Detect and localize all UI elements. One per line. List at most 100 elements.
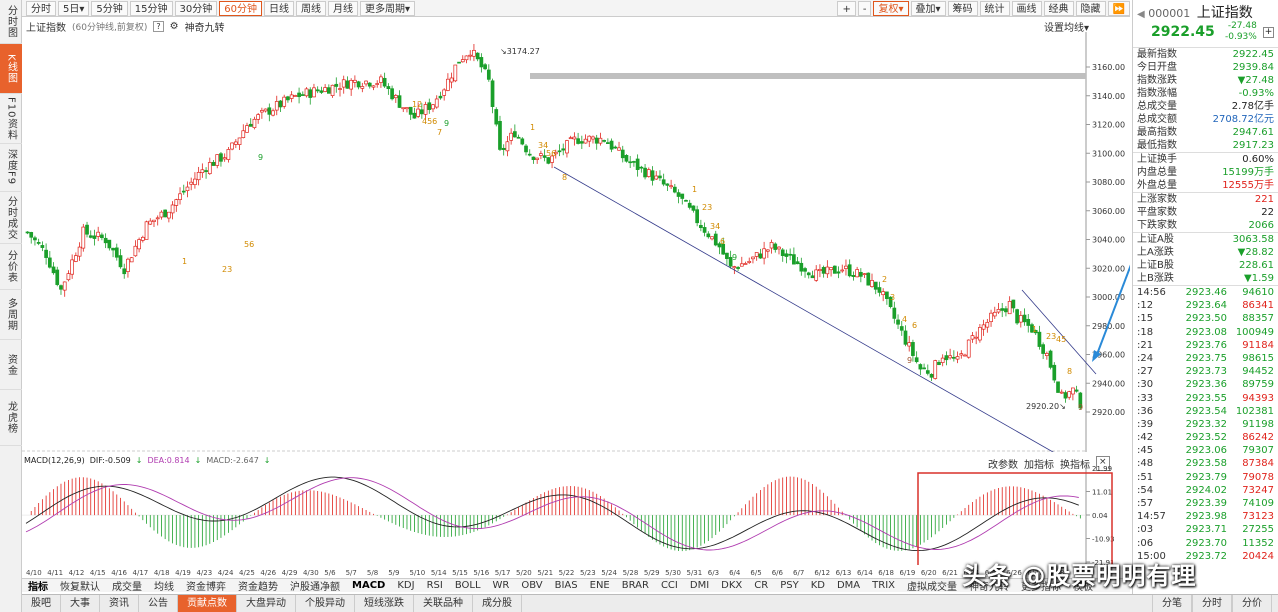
candle-body	[583, 138, 588, 144]
candle-body	[684, 199, 688, 202]
period-tab[interactable]: 15分钟	[129, 0, 173, 16]
bottom-tab[interactable]: 个股异动	[296, 595, 355, 612]
indicator-tab[interactable]: PSY	[774, 580, 805, 591]
add-watchlist-button[interactable]: +	[1263, 27, 1274, 38]
left-nav-item[interactable]: 分价表	[0, 244, 22, 290]
bottom-tab[interactable]: 股吧	[22, 595, 61, 612]
indicator-tab[interactable]: TRIX	[866, 580, 901, 591]
indicator-tab[interactable]: 资金趋势	[232, 578, 284, 593]
indicator-tab[interactable]: RSI	[421, 580, 449, 591]
bottom-tab[interactable]: 关联品种	[414, 595, 473, 612]
stat-row: 内盘总量 15199万手	[1133, 166, 1278, 179]
left-nav-item[interactable]: K线图	[0, 44, 22, 94]
tick-view-tab[interactable]: 分价	[1232, 595, 1272, 612]
tool-button[interactable]: 统计	[979, 1, 1010, 16]
left-nav-item[interactable]: 龙虎榜	[0, 390, 22, 446]
kline-chart[interactable]: 3160.00 3140.00 3120.00 3100.00 3080.00 3060.…	[22, 32, 1130, 452]
indicator-tab[interactable]: DMI	[684, 580, 715, 591]
tick-view-tab[interactable]: 分时	[1192, 595, 1232, 612]
candle-body	[1048, 350, 1053, 368]
candle-body	[446, 78, 450, 91]
bottom-tab[interactable]: 短线涨跌	[355, 595, 414, 612]
left-nav-item[interactable]: 分时成交	[0, 192, 22, 244]
candle-body	[743, 263, 748, 265]
candle-body	[840, 269, 845, 272]
indicator-tab[interactable]: 神奇九转	[963, 578, 1015, 593]
indicator-tab[interactable]: 虚拟成交量	[901, 578, 963, 593]
bottom-tab[interactable]: 大盘异动	[237, 595, 296, 612]
indicator-tab[interactable]: BIAS	[549, 580, 584, 591]
tick-price: 2923.76	[1185, 339, 1227, 351]
tool-button[interactable]: 叠加▾	[910, 1, 946, 16]
indicator-tab[interactable]: 指标	[22, 578, 54, 593]
stats-list-2: 上证换手 0.60% 内盘总量 15199万手 外盘总量 12555万手	[1133, 152, 1278, 192]
indicator-tab[interactable]: 恢复默认	[54, 578, 106, 593]
tool-button[interactable]: -	[857, 1, 872, 16]
bottom-tab[interactable]: 大事	[61, 595, 100, 612]
indicator-tab[interactable]: KD	[805, 580, 831, 591]
period-tab[interactable]: 30分钟	[174, 0, 218, 16]
gear-icon[interactable]: ⚙	[170, 21, 179, 32]
indicator-tab[interactable]: CCI	[655, 580, 684, 591]
period-tab[interactable]: 5日▾	[58, 0, 90, 16]
annotation-arrow	[1095, 264, 1130, 358]
period-tab[interactable]: 周线	[295, 0, 326, 16]
indicator-tab[interactable]: 资金博弈	[180, 578, 232, 593]
period-tab[interactable]: 日线	[263, 0, 294, 16]
help-icon[interactable]: ?	[153, 21, 164, 32]
indicator-tab[interactable]: 成交量	[106, 578, 148, 593]
indicator-tab[interactable]: BOLL	[449, 580, 487, 591]
tick-volume: 86242	[1242, 432, 1274, 444]
left-nav-item[interactable]: F10资料	[0, 94, 22, 144]
tick-view-tab[interactable]: 分笔	[1152, 595, 1192, 612]
candle-body	[460, 59, 465, 63]
tool-button[interactable]: 隐藏	[1075, 1, 1106, 16]
left-nav-item[interactable]: 资金	[0, 340, 22, 390]
chart-tools: + - 复权▾ 叠加▾ 筹码 统计 画线 经典 隐藏 ⏩	[835, 0, 1130, 17]
tool-button[interactable]: 复权▾	[873, 1, 909, 16]
indicator-tab[interactable]: MACD	[346, 580, 391, 591]
bottom-tab[interactable]: 资讯	[100, 595, 139, 612]
period-tab[interactable]: 月线	[327, 0, 358, 16]
tool-button[interactable]: 经典	[1043, 1, 1074, 16]
tool-button[interactable]: ⏩	[1107, 1, 1130, 16]
indicator-tab[interactable]: CR	[748, 580, 774, 591]
candle-body	[773, 243, 778, 250]
indicator-tab[interactable]: WR	[487, 580, 516, 591]
tick-time: 14:56	[1137, 287, 1166, 298]
indicator-tab[interactable]: DKX	[715, 580, 748, 591]
tool-button[interactable]: +	[837, 1, 856, 16]
tool-button[interactable]: 画线	[1011, 1, 1042, 16]
indicator-tab[interactable]: 均线	[148, 578, 180, 593]
left-nav-item[interactable]: 分时图	[0, 0, 22, 44]
indicator-tab[interactable]: ENE	[584, 580, 616, 591]
left-nav-item[interactable]: 深度F9	[0, 144, 22, 192]
macd-chart[interactable]: 21.99 11.01 0.04 -10.93 -21.91	[22, 465, 1130, 565]
candle-body	[70, 259, 74, 275]
stat-value: 2708.72亿元	[1212, 114, 1274, 125]
tool-button[interactable]: 筹码	[947, 1, 978, 16]
tick-price: 2923.46	[1185, 287, 1227, 298]
indicator-tab[interactable]: OBV	[515, 580, 548, 591]
tick-list[interactable]: 14:56 2923.46 94610:12 2923.64 86341:15 2923.…	[1133, 285, 1278, 563]
candle-body	[215, 154, 220, 166]
indicator-tab[interactable]: BRAR	[616, 580, 655, 591]
tick-price: 2923.52	[1185, 432, 1227, 444]
candle-body	[174, 199, 179, 206]
bottom-tab[interactable]: 贡献点数	[178, 595, 237, 612]
period-tab[interactable]: 分时	[26, 0, 56, 16]
period-tab[interactable]: 更多周期▾	[359, 0, 415, 16]
left-nav-item[interactable]: 多周期	[0, 290, 22, 340]
bottom-tab[interactable]: 成分股	[473, 595, 522, 612]
indicator-tab[interactable]: 模板	[1067, 578, 1099, 593]
period-tab[interactable]: 60分钟	[219, 0, 262, 16]
indicator-tab[interactable]: 更多指标	[1015, 578, 1067, 593]
indicator-tab[interactable]: DMA	[831, 580, 866, 591]
indicator-tab[interactable]: 沪股通净额	[284, 578, 346, 593]
period-tab[interactable]: 5分钟	[91, 0, 128, 16]
nine-count: 12	[412, 100, 422, 109]
bottom-tab[interactable]: 公告	[139, 595, 178, 612]
candle-body	[996, 309, 1001, 313]
candle-body	[226, 149, 231, 160]
indicator-tab[interactable]: KDJ	[391, 580, 420, 591]
